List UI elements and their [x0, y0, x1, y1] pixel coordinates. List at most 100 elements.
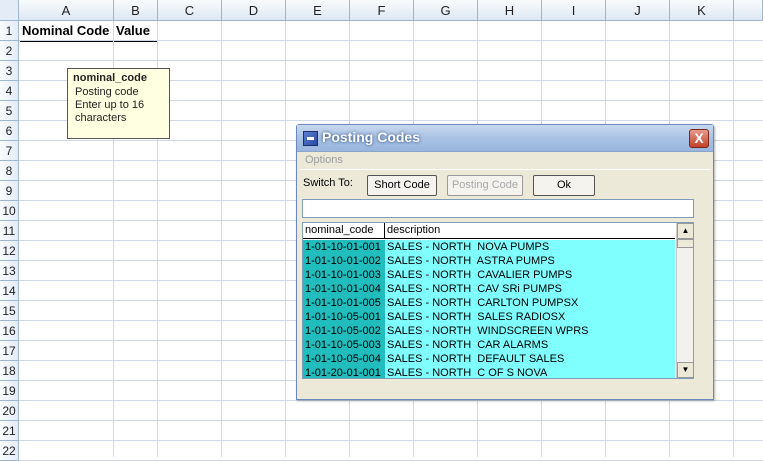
- app-icon: [303, 131, 318, 146]
- column-header-partial[interactable]: [734, 0, 763, 21]
- row-header-14[interactable]: 14: [0, 281, 19, 301]
- gridline: [19, 400, 763, 401]
- row-header-3[interactable]: 3: [0, 61, 19, 81]
- cell-a1[interactable]: Nominal Code: [20, 21, 113, 42]
- scroll-up-icon[interactable]: ▲: [677, 223, 693, 239]
- cell-comment: nominal_code Posting code Enter up to 16…: [67, 68, 170, 139]
- comment-line: Enter up to 16: [75, 99, 145, 111]
- column-header-b[interactable]: B: [114, 0, 158, 21]
- row-header-1[interactable]: 1: [0, 21, 19, 41]
- gridline: [19, 420, 763, 421]
- row-nominal-code: 1-01-10-01-004: [303, 282, 385, 296]
- column-header-g[interactable]: G: [414, 0, 478, 21]
- close-button[interactable]: X: [689, 129, 709, 148]
- row-header-12[interactable]: 12: [0, 241, 19, 261]
- row-description: SALES - NORTH CAV SRi PUMPS: [387, 283, 563, 295]
- column-header-a[interactable]: A: [19, 0, 114, 21]
- comment-title: nominal_code: [73, 72, 147, 84]
- posting-codes-grid: nominal_code description 1-01-10-01-001 S…: [302, 222, 694, 379]
- table-row[interactable]: 1-01-10-05-004 SALES - NORTH DEFAULT SALE…: [303, 352, 675, 366]
- ok-button[interactable]: Ok: [533, 175, 595, 196]
- row-header-17[interactable]: 17: [0, 341, 19, 361]
- table-row[interactable]: 1-01-10-05-001 SALES - NORTH SALES RADIOS…: [303, 310, 675, 324]
- column-header-d[interactable]: D: [222, 0, 286, 21]
- row-header-6[interactable]: 6: [0, 121, 19, 141]
- short-code-button[interactable]: Short Code: [367, 175, 437, 196]
- dialog-titlebar[interactable]: Posting Codes X: [297, 125, 713, 152]
- row-description: SALES - NORTH WINDSCREEN WPRS: [387, 325, 589, 337]
- scroll-down-icon[interactable]: ▼: [677, 362, 693, 378]
- row-header-15[interactable]: 15: [0, 301, 19, 321]
- dialog-title: Posting Codes: [322, 129, 421, 145]
- row-header-20[interactable]: 20: [0, 401, 19, 421]
- table-row[interactable]: 1-01-10-01-005 SALES - NORTH CARLTON PUMP…: [303, 296, 675, 310]
- gridline: [19, 60, 763, 61]
- switch-to-label: Switch To:: [303, 177, 353, 189]
- column-header-f[interactable]: F: [350, 0, 414, 21]
- column-header-j[interactable]: J: [606, 0, 670, 21]
- table-row[interactable]: 1-01-10-01-001 SALES - NORTH NOVA PUMPS: [303, 240, 675, 254]
- cell-b1[interactable]: Value: [114, 21, 157, 42]
- column-header-k[interactable]: K: [670, 0, 734, 21]
- menu-bar: Options: [300, 153, 710, 170]
- comment-line: characters: [75, 112, 127, 124]
- column-header-c[interactable]: C: [158, 0, 222, 21]
- table-row[interactable]: 1-01-10-01-003 SALES - NORTH CAVALIER PUM…: [303, 268, 675, 282]
- row-header-10[interactable]: 10: [0, 201, 19, 221]
- row-header-8[interactable]: 8: [0, 161, 19, 181]
- header-nominal-code[interactable]: nominal_code: [305, 224, 374, 236]
- table-row[interactable]: 1-01-10-05-002 SALES - NORTH WINDSCREEN W…: [303, 324, 675, 338]
- gridline: [285, 21, 286, 457]
- row-header-22[interactable]: 22: [0, 441, 19, 461]
- row-nominal-code: 1-01-20-01-001: [303, 366, 385, 378]
- column-header-e[interactable]: E: [286, 0, 350, 21]
- row-header-9[interactable]: 9: [0, 181, 19, 201]
- gridline: [19, 440, 763, 441]
- header-divider[interactable]: [384, 223, 385, 239]
- row-nominal-code: 1-01-10-05-004: [303, 352, 385, 366]
- row-nominal-code: 1-01-10-01-001: [303, 240, 385, 254]
- posting-code-button[interactable]: Posting Code: [447, 175, 523, 196]
- row-header-18[interactable]: 18: [0, 361, 19, 381]
- row-header-2[interactable]: 2: [0, 41, 19, 61]
- row-nominal-code: 1-01-10-01-002: [303, 254, 385, 268]
- table-row[interactable]: 1-01-10-05-003 SALES - NORTH CAR ALARMS: [303, 338, 675, 352]
- table-row[interactable]: 1-01-20-01-001 SALES - NORTH C OF S NOVA: [303, 366, 675, 379]
- table-row[interactable]: 1-01-10-01-002 SALES - NORTH ASTRA PUMPS: [303, 254, 675, 268]
- row-nominal-code: 1-01-10-01-003: [303, 268, 385, 282]
- row-nominal-code: 1-01-10-05-002: [303, 324, 385, 338]
- row-nominal-code: 1-01-10-01-005: [303, 296, 385, 310]
- row-description: SALES - NORTH CARLTON PUMPSX: [387, 297, 579, 309]
- row-description: SALES - NORTH NOVA PUMPS: [387, 241, 550, 253]
- row-header-21[interactable]: 21: [0, 421, 19, 441]
- gridline: [733, 21, 734, 457]
- scroll-thumb[interactable]: [677, 239, 693, 248]
- grid-header: nominal_code description: [303, 223, 675, 239]
- row-header-5[interactable]: 5: [0, 101, 19, 121]
- row-description: SALES - NORTH DEFAULT SALES: [387, 353, 565, 365]
- row-description: SALES - NORTH C OF S NOVA: [387, 367, 548, 379]
- table-row[interactable]: 1-01-10-01-004 SALES - NORTH CAV SRi PUMP…: [303, 282, 675, 296]
- vertical-scrollbar[interactable]: ▲ ▼: [676, 223, 693, 378]
- row-header-11[interactable]: 11: [0, 221, 19, 241]
- search-input[interactable]: [302, 199, 694, 218]
- row-header-7[interactable]: 7: [0, 141, 19, 161]
- header-description[interactable]: description: [387, 224, 440, 236]
- row-header-16[interactable]: 16: [0, 321, 19, 341]
- row-description: SALES - NORTH ASTRA PUMPS: [387, 255, 555, 267]
- posting-codes-dialog: Posting Codes X Options Switch To: Short…: [296, 124, 714, 400]
- gridline: [221, 21, 222, 457]
- row-nominal-code: 1-01-10-05-003: [303, 338, 385, 352]
- column-header-h[interactable]: H: [478, 0, 542, 21]
- row-header-19[interactable]: 19: [0, 381, 19, 401]
- short-code-button-label: Short Code: [374, 179, 430, 191]
- menu-options[interactable]: Options: [305, 154, 343, 166]
- row-description: SALES - NORTH SALES RADIOSX: [387, 311, 566, 323]
- row-header-13[interactable]: 13: [0, 261, 19, 281]
- row-description: SALES - NORTH CAR ALARMS: [387, 339, 549, 351]
- select-all-corner[interactable]: [0, 0, 19, 21]
- posting-code-button-label: Posting Code: [451, 179, 519, 191]
- ok-button-label: Ok: [556, 179, 572, 191]
- column-header-i[interactable]: I: [542, 0, 606, 21]
- row-header-4[interactable]: 4: [0, 81, 19, 101]
